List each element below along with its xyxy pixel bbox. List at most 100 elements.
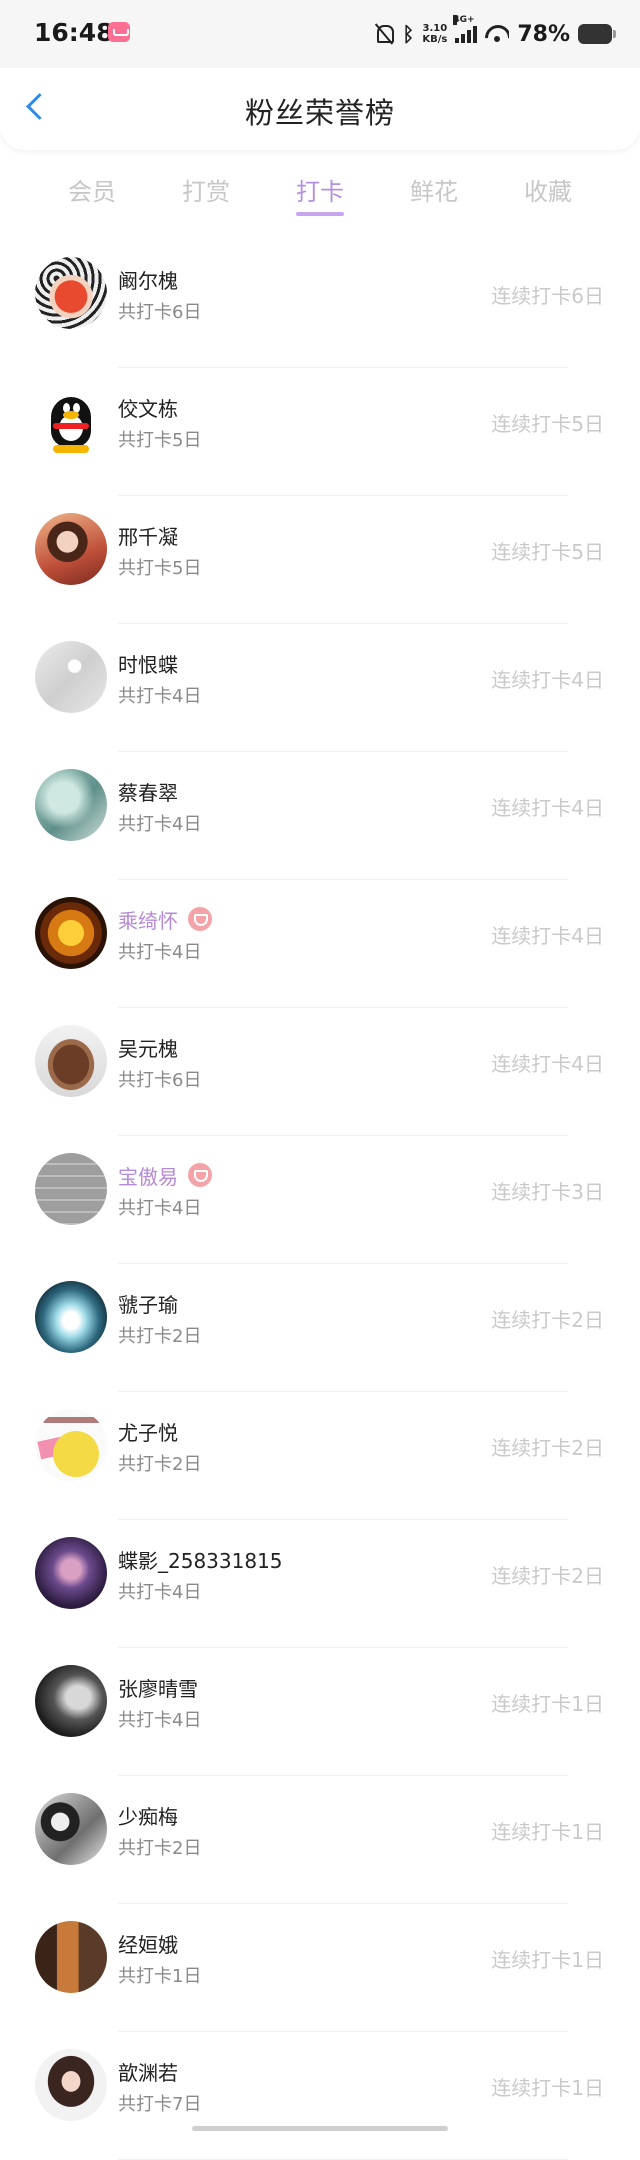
fan-row[interactable]: 阚尔槐 共打卡6日 连续打卡6日 — [0, 240, 640, 368]
total-checkin: 共打卡4日 — [118, 686, 202, 707]
top-nav-bar: 粉丝荣誉榜 — [0, 68, 640, 150]
avatar[interactable] — [35, 1793, 107, 1865]
fan-row[interactable]: 佼文栋 共打卡5日 连续打卡5日 — [0, 368, 640, 496]
streak-checkin: 连续打卡3日 — [491, 1180, 604, 1204]
avatar[interactable] — [35, 1153, 107, 1225]
tab-membership[interactable]: 会员 — [32, 172, 152, 207]
avatar[interactable] — [35, 1921, 107, 1993]
fan-row[interactable]: 少痴梅 共打卡2日 连续打卡1日 — [0, 1776, 640, 1904]
fan-name: 歆渊若 — [118, 2060, 178, 2085]
streak-checkin: 连续打卡1日 — [491, 1820, 604, 1844]
streak-checkin: 连续打卡5日 — [491, 412, 604, 436]
fan-name: 经姮娥 — [118, 1932, 178, 1957]
fan-row[interactable]: 吴元槐 共打卡6日 连续打卡4日 — [0, 1008, 640, 1136]
total-checkin: 共打卡7日 — [118, 2094, 202, 2115]
total-checkin: 共打卡2日 — [118, 1454, 202, 1475]
avatar[interactable] — [35, 1025, 107, 1097]
fan-name: 时恨蝶 — [118, 652, 178, 677]
avatar[interactable] — [35, 769, 107, 841]
avatar[interactable] — [35, 641, 107, 713]
total-checkin: 共打卡4日 — [118, 1582, 202, 1603]
streak-checkin: 连续打卡2日 — [491, 1308, 604, 1332]
total-checkin: 共打卡6日 — [118, 1070, 202, 1091]
streak-checkin: 连续打卡1日 — [491, 1692, 604, 1716]
fan-row[interactable]: 歆渊若 共打卡7日 连续打卡1日 — [0, 2032, 640, 2160]
fan-ranking-list: 阚尔槐 共打卡6日 连续打卡6日 佼文栋 共打卡5日 连续打卡5日 邢千凝 共打… — [0, 240, 640, 2160]
avatar[interactable] — [35, 1281, 107, 1353]
streak-checkin: 连续打卡4日 — [491, 924, 604, 948]
fan-row[interactable]: 经姮娥 共打卡1日 连续打卡1日 — [0, 1904, 640, 2032]
tab-rewards[interactable]: 打赏 — [146, 172, 266, 207]
status-bar: 16:48 ᛒ 3.10 KB/s 4G+ 78% — [0, 0, 640, 68]
network-speed: 3.10 KB/s — [422, 23, 447, 45]
home-indicator[interactable] — [192, 2126, 448, 2131]
mute-icon — [374, 23, 395, 45]
fan-row[interactable]: 乘绮怀 共打卡4日 连续打卡4日 — [0, 880, 640, 1008]
streak-checkin: 连续打卡4日 — [491, 1052, 604, 1076]
fan-row[interactable]: 尤子悦 共打卡2日 连续打卡2日 — [0, 1392, 640, 1520]
active-tab-indicator — [296, 212, 344, 216]
avatar[interactable] — [35, 2049, 107, 2121]
total-checkin: 共打卡4日 — [118, 1710, 202, 1731]
fan-name: 宝傲易 — [118, 1164, 178, 1189]
fan-name: 虢子瑜 — [118, 1292, 178, 1317]
streak-checkin: 连续打卡5日 — [491, 540, 604, 564]
wifi-icon — [485, 25, 509, 43]
fan-name: 蝶影_258331815 — [118, 1548, 283, 1573]
total-checkin: 共打卡6日 — [118, 302, 202, 323]
total-checkin: 共打卡4日 — [118, 942, 202, 963]
avatar[interactable] — [35, 897, 107, 969]
total-checkin: 共打卡5日 — [118, 430, 202, 451]
avatar[interactable] — [35, 1409, 107, 1481]
total-checkin: 共打卡1日 — [118, 1966, 202, 1987]
signal-type: 4G+ — [453, 15, 475, 25]
fan-row[interactable]: 虢子瑜 共打卡2日 连续打卡2日 — [0, 1264, 640, 1392]
tab-checkin[interactable]: 打卡 — [260, 172, 380, 207]
fan-row[interactable]: 张廖晴雪 共打卡4日 连续打卡1日 — [0, 1648, 640, 1776]
fan-row[interactable]: 蔡春翠 共打卡4日 连续打卡4日 — [0, 752, 640, 880]
fan-name: 蔡春翠 — [118, 780, 178, 805]
page-title: 粉丝荣誉榜 — [244, 96, 395, 130]
total-checkin: 共打卡4日 — [118, 814, 202, 835]
fan-name: 张廖晴雪 — [118, 1676, 198, 1701]
network-speed-unit: KB/s — [422, 34, 448, 45]
streak-checkin: 连续打卡2日 — [491, 1436, 604, 1460]
fan-name: 佼文栋 — [118, 396, 178, 421]
fan-row[interactable]: 邢千凝 共打卡5日 连续打卡5日 — [0, 496, 640, 624]
total-checkin: 共打卡2日 — [118, 1326, 202, 1347]
battery-percent: 78% — [517, 21, 570, 47]
fan-name: 阚尔槐 — [118, 268, 178, 293]
streak-checkin: 连续打卡2日 — [491, 1564, 604, 1588]
avatar[interactable] — [35, 513, 107, 585]
total-checkin: 共打卡4日 — [118, 1198, 202, 1219]
tab-flowers[interactable]: 鲜花 — [374, 172, 494, 207]
total-checkin: 共打卡5日 — [118, 558, 202, 579]
tab-favorites[interactable]: 收藏 — [488, 172, 608, 207]
total-checkin: 共打卡2日 — [118, 1838, 202, 1859]
bluetooth-icon: ᛒ — [402, 22, 415, 46]
app-notification-icon — [108, 22, 130, 42]
fan-name: 邢千凝 — [118, 524, 178, 549]
avatar[interactable] — [35, 1537, 107, 1609]
fan-name: 少痴梅 — [118, 1804, 178, 1829]
status-icons: ᛒ 3.10 KB/s 4G+ 78% — [374, 15, 616, 52]
category-tabs: 会员 打赏 打卡 鲜花 收藏 — [0, 160, 640, 220]
avatar[interactable] — [35, 257, 107, 329]
avatar[interactable] — [35, 1665, 107, 1737]
fan-name: 吴元槐 — [118, 1036, 178, 1061]
fan-name: 乘绮怀 — [118, 908, 178, 933]
fan-row[interactable]: 蝶影_258331815 共打卡4日 连续打卡2日 — [0, 1520, 640, 1648]
vip-diamond-icon — [188, 907, 212, 931]
avatar[interactable] — [35, 385, 107, 457]
fan-row[interactable]: 宝傲易 共打卡4日 连续打卡3日 — [0, 1136, 640, 1264]
streak-checkin: 连续打卡4日 — [491, 668, 604, 692]
streak-checkin: 连续打卡1日 — [491, 1948, 604, 1972]
fan-name: 尤子悦 — [118, 1420, 178, 1445]
battery-icon — [578, 24, 616, 44]
vip-diamond-icon — [188, 1163, 212, 1187]
cellular-signal-icon: 4G+ — [453, 15, 478, 43]
network-speed-value: 3.10 — [422, 23, 448, 34]
fan-row[interactable]: 时恨蝶 共打卡4日 连续打卡4日 — [0, 624, 640, 752]
streak-checkin: 连续打卡6日 — [491, 284, 604, 308]
streak-checkin: 连续打卡4日 — [491, 796, 604, 820]
